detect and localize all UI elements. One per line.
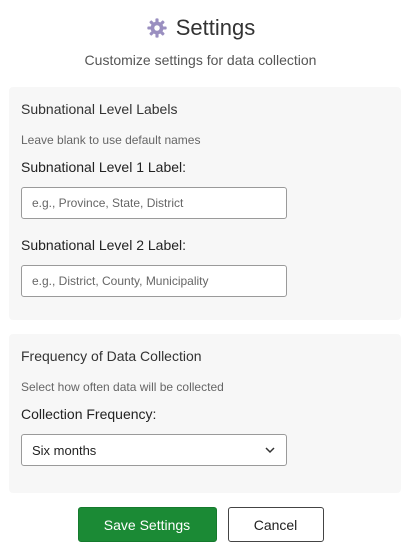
- cancel-button[interactable]: Cancel: [227, 507, 324, 542]
- level1-input[interactable]: [21, 187, 287, 219]
- save-settings-button[interactable]: Save Settings: [77, 507, 217, 542]
- subnational-labels-section: Subnational Level Labels Leave blank to …: [9, 87, 401, 320]
- settings-header: Settings Customize settings for data col…: [0, 12, 401, 68]
- frequency-select[interactable]: Six months: [21, 434, 287, 466]
- page-subtitle: Customize settings for data collection: [84, 52, 317, 68]
- section-title: Subnational Level Labels: [21, 101, 178, 117]
- settings-page: Settings Customize settings for data col…: [0, 0, 401, 542]
- chevron-down-icon: [264, 444, 276, 456]
- action-buttons: Save Settings Cancel: [0, 507, 401, 542]
- title-row: Settings: [0, 12, 401, 44]
- gear-icon: [146, 17, 168, 39]
- section-title: Frequency of Data Collection: [21, 348, 202, 364]
- frequency-section: Frequency of Data Collection Select how …: [9, 334, 401, 493]
- section-description: Leave blank to use default names: [21, 133, 201, 147]
- page-title: Settings: [175, 15, 256, 40]
- level2-label: Subnational Level 2 Label:: [21, 237, 187, 253]
- level2-input[interactable]: [21, 265, 287, 297]
- frequency-label: Collection Frequency:: [21, 406, 157, 422]
- level1-label: Subnational Level 1 Label:: [21, 159, 187, 175]
- frequency-selected-value: Six months: [32, 442, 97, 458]
- section-description: Select how often data will be collected: [21, 380, 224, 394]
